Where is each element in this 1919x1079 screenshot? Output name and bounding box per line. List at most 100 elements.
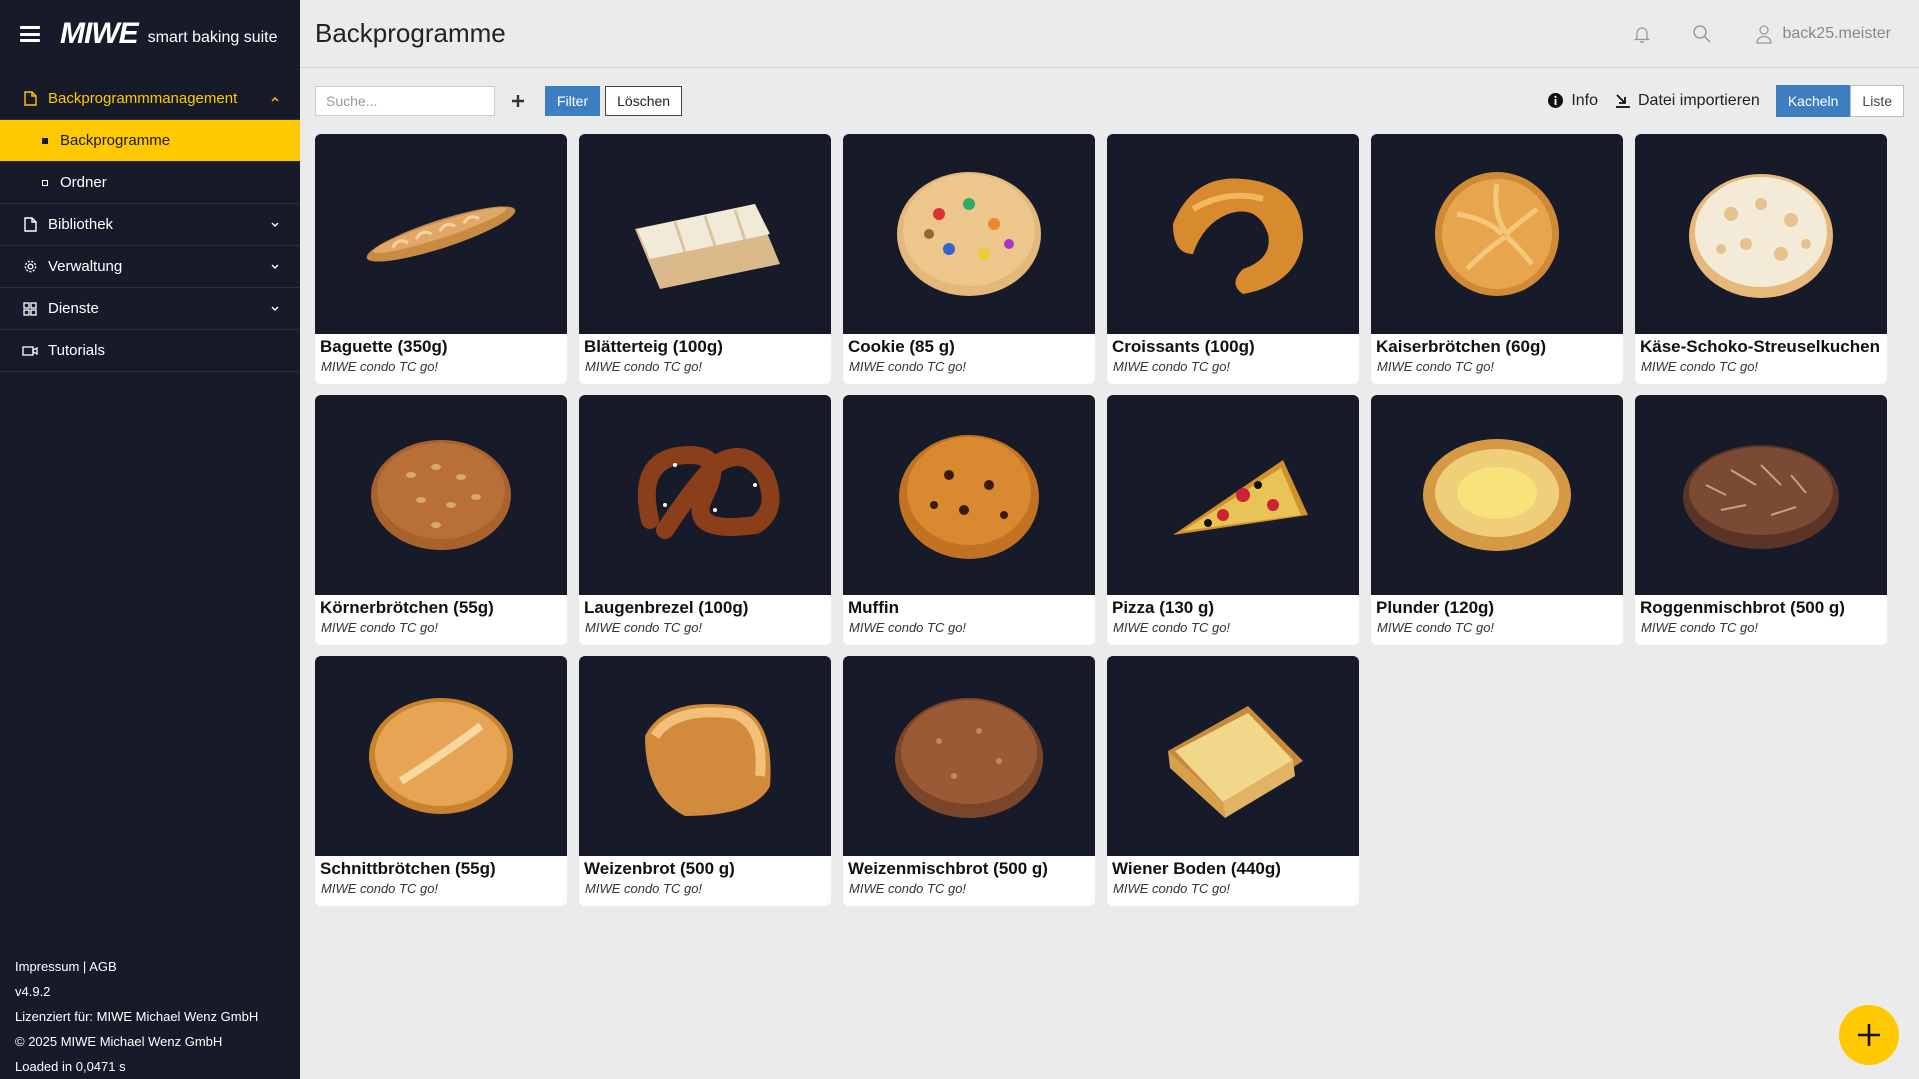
sidebar-item-verwaltung[interactable]: Verwaltung [0,246,300,288]
program-card[interactable]: Roggenmischbrot (500 g) MIWE condo TC go! [1635,395,1887,645]
file-icon [22,217,38,233]
file-icon [22,91,38,107]
page-title: Backprogramme [315,18,506,48]
sidebar-item-label: Dienste [48,300,99,317]
chevron-down-icon [270,220,280,230]
baguette-image [366,206,516,262]
copyright-text: © 2025 MIWE Michael Wenz GmbH [15,1034,223,1049]
sidebar-item-label: Verwaltung [48,258,123,275]
sidebar-subitem-label: Backprogramme [60,132,171,149]
program-title: Roggenmischbrot (500 g) [1640,598,1845,617]
program-device: MIWE condo TC go! [585,359,703,374]
program-card[interactable]: Käse-Schoko-Streuselkuchen MIWE condo TC … [1635,134,1887,384]
info-button[interactable]: Info [1547,92,1598,110]
program-device: MIWE condo TC go! [1641,620,1759,635]
program-image [1635,134,1887,334]
cake-image [1168,706,1303,818]
license-text: Lizenziert für: MIWE Michael Wenz GmbH [15,1009,259,1024]
program-grid: Baguette (350g) MIWE condo TC go! Blättert… [315,134,1895,906]
program-device: MIWE condo TC go! [1113,620,1231,635]
program-title: Plunder (120g) [1376,598,1495,617]
program-title: Kaiserbrötchen (60g) [1376,337,1547,356]
add-program-button[interactable] [503,86,533,116]
program-card[interactable]: Baguette (350g) MIWE condo TC go! [315,134,567,384]
program-title: Cookie (85 g) [848,337,955,356]
program-card[interactable]: Weizenbrot (500 g) MIWE condo TC go! [579,656,831,906]
croissant-image [1173,178,1303,294]
splitroll-image [369,698,513,814]
impressum-link[interactable]: Impressum [15,959,79,974]
sidebar-item-label: Backprogrammmanagement [48,90,238,107]
sidebar-nav: Backprogrammmanagement Backprogramme Ord… [0,78,300,372]
plus-icon [512,95,524,107]
program-card[interactable]: Cookie (85 g) MIWE condo TC go! [843,134,1095,384]
program-device: MIWE condo TC go! [849,881,967,896]
muffin-image [899,435,1039,559]
program-card[interactable]: Kaiserbrötchen (60g) MIWE condo TC go! [1371,134,1623,384]
program-card[interactable]: Plunder (120g) MIWE condo TC go! [1371,395,1623,645]
user-menu[interactable]: back25.meister [1753,23,1892,45]
program-card[interactable]: Laugenbrezel (100g) MIWE condo TC go! [579,395,831,645]
sidebar-item-tutorials[interactable]: Tutorials [0,330,300,372]
program-device: MIWE condo TC go! [585,881,703,896]
info-icon [1547,92,1565,110]
program-image [1107,395,1359,595]
program-title: Croissants (100g) [1112,337,1255,356]
menu-toggle-icon[interactable] [20,26,40,42]
program-title: Blätterteig (100g) [584,337,723,356]
topbar: Backprogramme back25.meister [300,0,1919,68]
chevron-down-icon [270,262,280,272]
agb-link[interactable]: AGB [89,959,116,974]
program-title: Laugenbrezel (100g) [584,598,749,617]
program-device: MIWE condo TC go! [1113,881,1231,896]
search-input[interactable] [315,86,495,116]
version-text: v4.9.2 [15,984,51,999]
grid-icon [22,301,38,317]
username: back25.meister [1782,25,1892,42]
sidebar-subitem-ordner[interactable]: Ordner [0,162,300,204]
program-card[interactable]: Croissants (100g) MIWE condo TC go! [1107,134,1359,384]
load-time-text: Loaded in 0,0471 s [15,1059,126,1074]
loaf-image [645,704,771,816]
add-fab-button[interactable] [1839,1005,1899,1065]
program-title: Muffin [848,598,899,617]
crumble-image [1689,174,1833,298]
sidebar-item-bibliothek[interactable]: Bibliothek [0,204,300,246]
import-label: Datei importieren [1638,92,1760,109]
import-file-button[interactable]: Datei importieren [1614,92,1760,110]
sidebar-item-backprogrammmanagement[interactable]: Backprogrammmanagement [0,78,300,120]
search-icon[interactable] [1691,23,1713,45]
sidebar-footer: Impressum | AGB v4.9.2 Lizenziert für: M… [15,954,258,1079]
rye-image [1683,445,1839,549]
plus-icon [1858,1024,1880,1046]
program-card[interactable]: Blätterteig (100g) MIWE condo TC go! [579,134,831,384]
program-image [1107,134,1359,334]
filter-button[interactable]: Filter [545,86,601,116]
view-tiles-button[interactable]: Kacheln [1775,85,1851,117]
legal-links: Impressum | AGB [15,954,258,979]
brand-bar: MIWE smart baking suite [0,0,300,68]
program-card[interactable]: Körnerbrötchen (55g) MIWE condo TC go! [315,395,567,645]
program-card[interactable]: Weizenmischbrot (500 g) MIWE condo TC go! [843,656,1095,906]
program-device: MIWE condo TC go! [1113,359,1231,374]
clear-button[interactable]: Löschen [605,86,683,116]
video-icon [22,343,38,359]
sidebar-subitem-backprogramme[interactable]: Backprogramme [0,120,300,162]
view-list-button[interactable]: Liste [1850,85,1904,117]
bullet-icon [42,179,48,186]
program-card[interactable]: Schnittbrötchen (55g) MIWE condo TC go! [315,656,567,906]
bell-icon[interactable] [1631,23,1653,45]
tagline: smart baking suite [147,29,278,46]
mixedloaf-image [895,698,1043,818]
top-actions: back25.meister [1593,0,1892,68]
danish-image [1423,439,1571,551]
logo: MIWE [60,17,139,50]
program-title: Schnittbrötchen (55g) [320,859,496,878]
sidebar-item-dienste[interactable]: Dienste [0,288,300,330]
info-label: Info [1571,92,1598,109]
user-icon [1753,23,1775,45]
program-card[interactable]: Muffin MIWE condo TC go! [843,395,1095,645]
program-card[interactable]: Wiener Boden (440g) MIWE condo TC go! [1107,656,1359,906]
program-image [315,395,567,595]
program-card[interactable]: Pizza (130 g) MIWE condo TC go! [1107,395,1359,645]
